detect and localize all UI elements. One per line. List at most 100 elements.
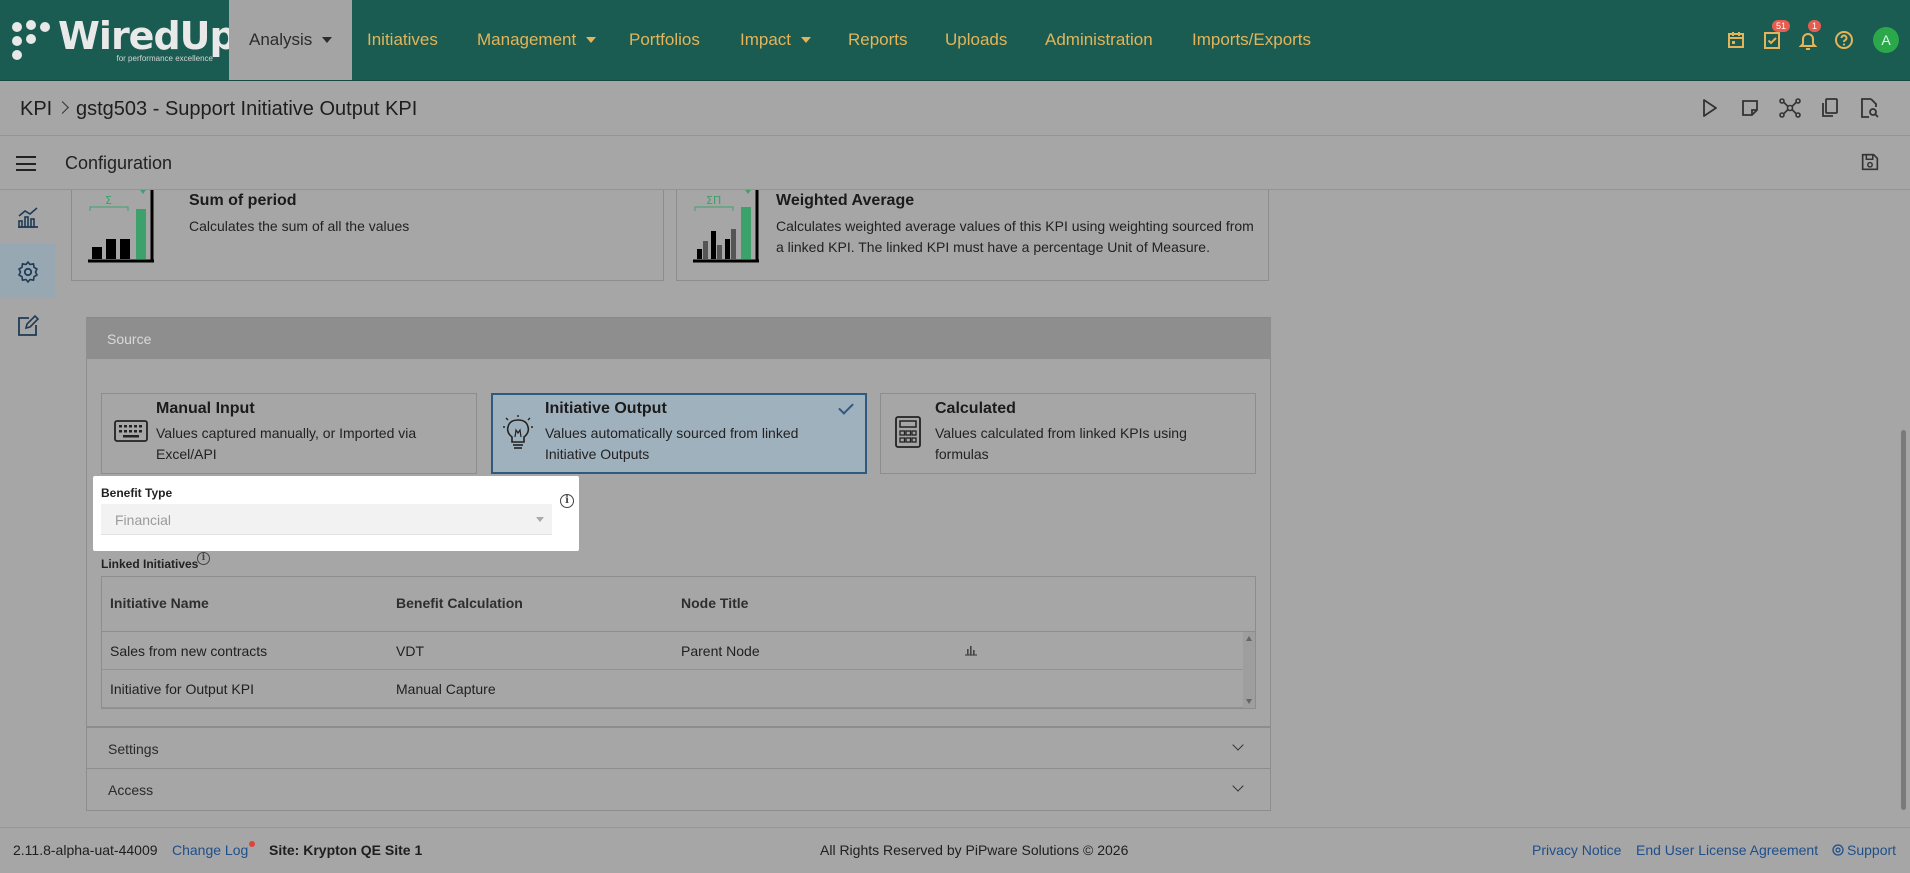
calculator-icon xyxy=(895,416,921,448)
scroll-down-icon[interactable] xyxy=(1246,699,1252,704)
svg-text:ΣΠ: ΣΠ xyxy=(706,194,721,207)
check-icon xyxy=(838,399,854,415)
nav-imports-exports[interactable]: Imports/Exports xyxy=(1192,0,1311,80)
card-title: Initiative Output xyxy=(545,400,667,417)
logo-tagline: for performance excellence xyxy=(116,54,214,63)
nav-management[interactable]: Management xyxy=(477,0,597,80)
change-log-link[interactable]: Change Log xyxy=(172,842,248,858)
nav-initiatives[interactable]: Initiatives xyxy=(367,0,438,80)
benefit-type-select[interactable]: Financial xyxy=(101,504,552,535)
scroll-up-icon[interactable] xyxy=(1246,636,1252,641)
card-title: Weighted Average xyxy=(776,192,915,209)
help-icon[interactable] xyxy=(1832,28,1856,52)
user-avatar[interactable]: A xyxy=(1873,27,1899,53)
save-icon[interactable] xyxy=(1859,151,1883,175)
source-option-calculated[interactable]: Calculated Values calculated from linked… xyxy=(880,393,1256,474)
left-rail xyxy=(0,190,55,827)
linked-initiatives-label: Linked Initiatives xyxy=(101,557,199,571)
weighted-chart-icon: ΣΠ xyxy=(693,190,759,263)
nav-reports[interactable]: Reports xyxy=(848,0,908,80)
sum-chart-icon: Σ xyxy=(88,190,154,263)
access-section[interactable]: Access xyxy=(86,769,1271,811)
breadcrumb-bar: KPI gstg503 - Support Initiative Output … xyxy=(0,81,1910,136)
footer: 2.11.8-alpha-uat-44009 Change Log Site: … xyxy=(0,827,1910,873)
source-option-manual-input[interactable]: Manual Input Values captured manually, o… xyxy=(101,393,477,474)
calendar-icon[interactable] xyxy=(1724,28,1748,52)
nav-administration[interactable]: Administration xyxy=(1045,0,1153,80)
chevron-down-icon xyxy=(1232,739,1244,751)
column-header-node-title[interactable]: Node Title xyxy=(681,595,748,611)
info-icon[interactable]: i xyxy=(197,552,210,565)
table-header: Initiative Name Benefit Calculation Node… xyxy=(102,577,1255,632)
rail-analytics[interactable] xyxy=(0,190,55,244)
play-icon[interactable] xyxy=(1697,96,1721,120)
wiredup-logo[interactable]: WiredUp for performance excellence xyxy=(12,16,237,68)
network-icon[interactable] xyxy=(1778,96,1802,120)
nav-portfolios[interactable]: Portfolios xyxy=(629,0,700,80)
eula-link[interactable]: End User License Agreement xyxy=(1636,842,1818,858)
notifications-badge: 1 xyxy=(1808,20,1822,32)
keyboard-icon xyxy=(114,420,148,442)
nav-analysis[interactable]: Analysis xyxy=(229,0,353,80)
lightbulb-icon xyxy=(503,415,533,449)
chevron-right-icon xyxy=(56,101,69,114)
document-search-icon[interactable] xyxy=(1857,96,1881,120)
note-icon[interactable] xyxy=(1738,96,1762,120)
configuration-bar: Configuration xyxy=(0,137,1910,190)
menu-icon[interactable] xyxy=(16,156,36,171)
table-scrollbar[interactable] xyxy=(1243,632,1255,708)
aggregation-option-weighted-average[interactable]: ΣΠ Weighted Average Calculates weighted … xyxy=(676,190,1269,281)
site-label: Site: Krypton QE Site 1 xyxy=(269,842,423,858)
rail-edit[interactable] xyxy=(0,298,55,352)
copy-icon[interactable] xyxy=(1818,96,1842,120)
rail-configuration[interactable] xyxy=(0,244,55,298)
scrollbar-thumb[interactable] xyxy=(1901,430,1906,810)
cell-initiative-name: Sales from new contracts xyxy=(110,643,268,659)
cell-initiative-name: Initiative for Output KPI xyxy=(110,681,254,697)
tasks-icon[interactable]: 51 xyxy=(1760,20,1791,52)
nav-uploads[interactable]: Uploads xyxy=(945,0,1007,80)
configuration-content: Σ Sum of period Calculates the sum of al… xyxy=(55,190,1900,827)
chevron-down-icon xyxy=(801,36,812,43)
card-description: Calculates the sum of all the values xyxy=(189,218,410,234)
aggregation-option-sum[interactable]: Σ Sum of period Calculates the sum of al… xyxy=(71,190,664,281)
card-description: Values captured manually, or Imported vi… xyxy=(156,425,417,462)
benefit-type-panel: Benefit Type Financial i xyxy=(93,476,579,551)
table-row[interactable]: Sales from new contracts VDT Parent Node xyxy=(102,632,1244,670)
breadcrumb-root[interactable]: KPI xyxy=(20,98,52,121)
top-navigation-bar: WiredUp for performance excellence Analy… xyxy=(0,0,1910,81)
info-icon[interactable]: i xyxy=(560,494,574,508)
benefit-type-label: Benefit Type xyxy=(101,486,173,500)
settings-section[interactable]: Settings xyxy=(86,727,1271,769)
column-header-initiative-name[interactable]: Initiative Name xyxy=(110,595,209,611)
cell-benefit-calculation: VDT xyxy=(396,643,424,659)
card-description: Calculates weighted average values of th… xyxy=(776,218,1254,255)
chart-icon xyxy=(18,207,38,228)
privacy-notice-link[interactable]: Privacy Notice xyxy=(1532,842,1621,858)
logo-dots-icon xyxy=(12,20,52,60)
linked-initiatives-table: Initiative Name Benefit Calculation Node… xyxy=(101,576,1256,709)
gear-icon xyxy=(18,261,38,283)
table-row[interactable]: Initiative for Output KPI Manual Capture xyxy=(102,670,1244,708)
cell-node-title: Parent Node xyxy=(681,643,760,659)
source-section-header[interactable]: Source xyxy=(86,317,1271,359)
page-scrollbar[interactable] xyxy=(1898,190,1910,827)
svg-text:Σ: Σ xyxy=(105,194,112,207)
card-title: Sum of period xyxy=(189,192,297,209)
new-indicator-dot xyxy=(249,841,255,847)
chevron-down-icon xyxy=(586,36,597,43)
card-title: Manual Input xyxy=(156,400,255,417)
chevron-down-icon xyxy=(322,36,333,43)
column-header-benefit-calculation[interactable]: Benefit Calculation xyxy=(396,595,523,611)
bell-icon[interactable]: 1 xyxy=(1796,20,1822,52)
nav-impact[interactable]: Impact xyxy=(740,0,812,80)
support-link[interactable]: Support xyxy=(1832,842,1896,858)
source-option-initiative-output[interactable]: Initiative Output Values automatically s… xyxy=(491,393,867,474)
cell-benefit-calculation: Manual Capture xyxy=(396,681,496,697)
card-description: Values calculated from linked KPIs using… xyxy=(935,425,1187,462)
card-title: Calculated xyxy=(935,400,1016,417)
page-title: gstg503 - Support Initiative Output KPI xyxy=(76,98,418,120)
bar-chart-icon[interactable] xyxy=(964,644,978,656)
tasks-badge: 51 xyxy=(1772,20,1791,32)
chevron-down-icon xyxy=(536,517,544,522)
